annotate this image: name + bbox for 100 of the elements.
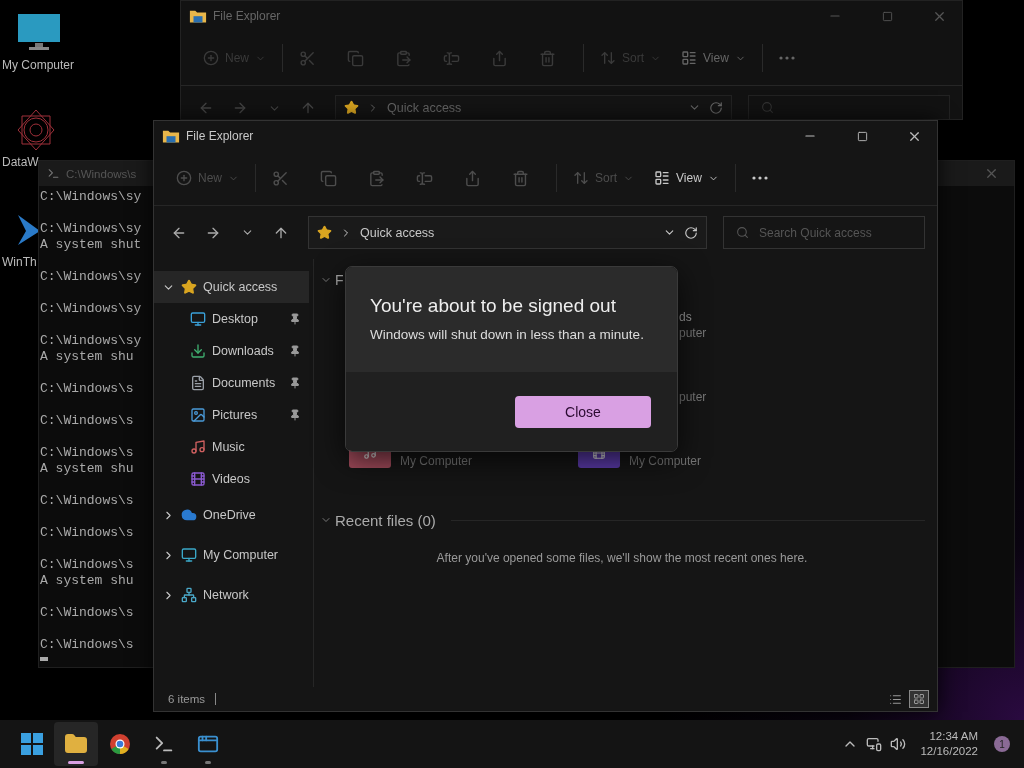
console-line: C:\Windows\s [40,413,134,429]
refresh-icon [709,100,723,115]
search-icon [761,101,774,114]
console-line: A system shut [40,237,142,253]
cloud-icon [181,507,197,523]
share-icon [464,169,481,187]
plus-icon [176,170,192,186]
nav-item[interactable]: Music [154,431,309,463]
window-icon [197,733,219,755]
windows-icon [21,733,43,755]
folder-location: puter [679,389,707,405]
monitor-icon [17,13,61,53]
console-line: C:\Windows\sy [40,301,142,317]
trash-icon [539,49,556,67]
nav-item[interactable]: Network [154,575,309,615]
console-line: C:\Windows\s [40,381,134,397]
network-icon [181,587,197,603]
console-line: C:\Windows\sy [40,333,142,349]
plus-icon [203,50,219,66]
console-line: A system shu [40,461,134,477]
share-icon [491,49,508,67]
search-field[interactable]: Search Quick access [723,216,925,249]
console-icon [47,167,60,180]
nav-item[interactable]: Videos [154,463,309,495]
copy-icon [347,49,364,67]
trash-icon [512,169,529,187]
folder-location: My Computer [400,453,473,469]
desktop-icon-label[interactable]: DataW [0,155,39,169]
folder-icon [162,128,180,144]
console-line: C:\Windows\s [40,637,134,653]
console-line: C:\Windows\s [40,445,134,461]
folder-icon [189,8,207,24]
console-line: C:\Windows\sy [40,221,142,237]
nav-item[interactable]: My Computer [154,535,309,575]
view-icon [681,50,698,66]
refresh-icon [684,225,698,240]
notification-badge[interactable]: 1 [994,736,1010,752]
scissors-icon [299,49,316,67]
rename-icon [416,169,433,187]
console-line: C:\Windows\s [40,557,134,573]
window-title: File Explorer [213,9,282,23]
item-count: 6 items [168,693,206,705]
sort-icon [600,50,616,66]
search-icon [736,226,749,239]
close-button[interactable]: Close [515,395,651,428]
address-bar[interactable]: Quick access [308,216,707,249]
rename-icon [443,49,460,67]
list-icon [888,692,902,706]
view-button[interactable]: View [648,161,725,195]
console-line: A system shu [40,573,134,589]
nav-item[interactable]: OneDrive [154,495,309,535]
empty-message: After you've opened some files, we'll show the most recent ones here. [435,551,809,565]
tiles-view-button[interactable] [909,690,929,708]
console-line: A system shu [40,349,134,365]
nav-item[interactable]: Downloads [154,335,309,367]
window-title: C:\Windows\s [66,167,137,180]
folder-name: ds [679,309,693,325]
section-header: F [335,272,344,288]
folder-location: My Computer [629,453,702,469]
desktop-icon-label[interactable]: My Computer [0,58,75,72]
maximize-icon [856,130,868,142]
copy-icon [320,169,337,187]
volume-icon[interactable] [890,736,907,752]
music-icon [190,439,206,455]
console-line: C:\Windows\sy [40,269,142,285]
sort-icon [573,170,589,186]
text-cursor [40,657,48,661]
taskbar-app[interactable] [54,722,98,766]
clock[interactable]: 12:34 AM 12/16/2022 [920,729,978,759]
nav-item[interactable]: Pictures [154,399,309,431]
window-title: File Explorer [186,129,255,143]
picture-icon [190,407,206,423]
network-icon[interactable] [866,736,883,752]
section-header: Recent files (0) [335,511,436,529]
computer-icon [181,547,197,563]
star-icon [317,225,332,240]
star-icon [181,279,197,295]
grid-icon [913,693,925,705]
more-icon [751,176,768,180]
more-icon [778,56,795,60]
nav-item[interactable]: Documents [154,367,309,399]
console-line: C:\Windows\sy [40,189,142,205]
browser-icon [109,733,131,755]
console-line: C:\Windows\s [40,493,134,509]
clipboard-icon [368,169,385,187]
maximize-icon [881,10,893,22]
view-icon [654,170,671,186]
star-icon [344,100,359,115]
console-line: C:\Windows\s [40,605,134,621]
nav-item[interactable]: Quick access [154,271,309,303]
document-icon [190,375,206,391]
console-line: C:\Windows\s [40,525,134,541]
desktop-icon-label[interactable]: WinTh [0,255,37,269]
nav-item[interactable]: Desktop [154,303,309,335]
dialog-title: You're about to be signed out [370,295,617,317]
desktop-icon [190,311,206,327]
scissors-icon [272,169,289,187]
download-icon [190,343,206,359]
folder-icon [64,732,88,756]
folder-location: puter [679,325,707,341]
